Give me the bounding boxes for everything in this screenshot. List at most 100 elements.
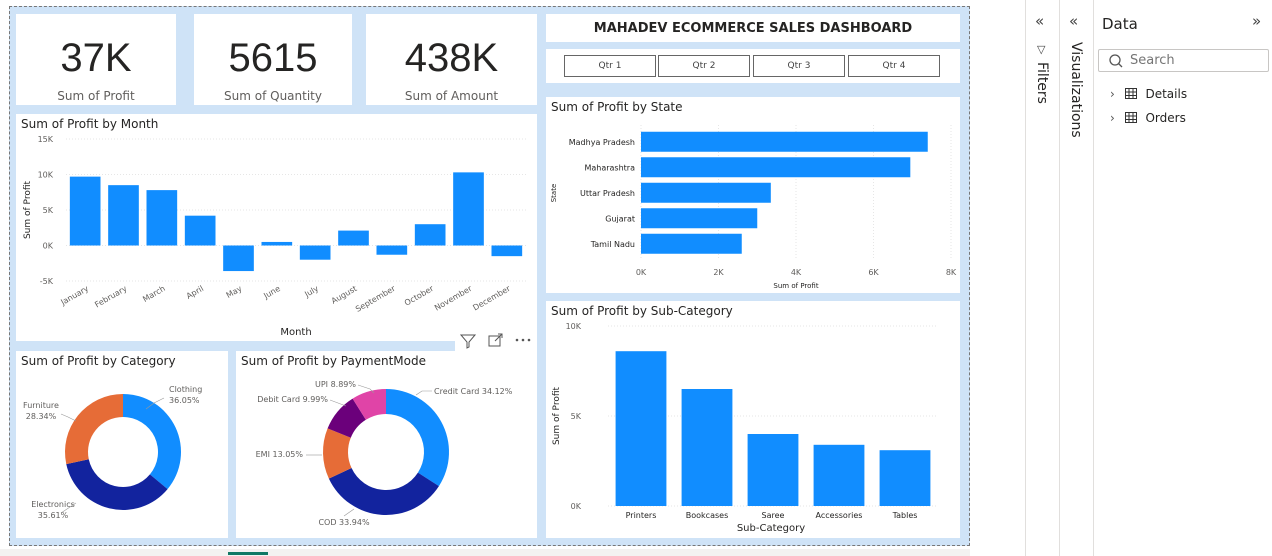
table-item-orders[interactable]: › Orders bbox=[1110, 111, 1186, 125]
x-tick-label: November bbox=[433, 284, 474, 313]
kpi-card-amount[interactable]: 438K Sum of Amount bbox=[366, 14, 537, 105]
x-tick-label: September bbox=[354, 284, 397, 314]
donut-slice bbox=[386, 389, 449, 487]
kpi-label: Sum of Amount bbox=[404, 89, 499, 103]
kpi-card-profit[interactable]: 37K Sum of Profit bbox=[16, 14, 176, 105]
x-tick-label: Bookcases bbox=[686, 511, 728, 520]
table-item-details[interactable]: › Details bbox=[1110, 87, 1187, 101]
y-axis-title: Sum of Profit bbox=[552, 387, 562, 446]
visualizations-label[interactable]: Visualizations bbox=[1068, 42, 1084, 138]
y-tick-label: 0K bbox=[571, 502, 582, 511]
x-tick-label: March bbox=[141, 284, 167, 304]
donut-slice bbox=[65, 394, 123, 465]
slicer-qtr-1[interactable]: Qtr 1 bbox=[564, 55, 656, 77]
donut-slice bbox=[123, 394, 181, 490]
data-pane-title: Data bbox=[1102, 15, 1138, 33]
profit-by-category-chart[interactable]: Sum of Profit by Category Clothing 36.05%… bbox=[16, 351, 228, 538]
kpi-value: 37K bbox=[60, 36, 132, 80]
bar bbox=[108, 185, 139, 246]
data-label: 36.05% bbox=[169, 396, 200, 405]
bar bbox=[813, 444, 865, 506]
collapse-filters-icon[interactable]: « bbox=[1035, 12, 1044, 30]
data-label: 35.61% bbox=[38, 511, 69, 520]
data-label: Clothing bbox=[169, 385, 202, 394]
search-input[interactable] bbox=[1130, 52, 1260, 69]
y-tick-label: -5K bbox=[40, 277, 54, 286]
bar bbox=[146, 190, 178, 246]
x-tick-label: August bbox=[330, 284, 359, 306]
y-tick-label: Tamil Nadu bbox=[590, 240, 635, 249]
y-tick-label: Uttar Pradesh bbox=[580, 189, 635, 198]
kpi-label: Sum of Quantity bbox=[224, 89, 322, 103]
data-pane: Data » bbox=[1093, 0, 1272, 556]
profit-by-state-chart[interactable]: Sum of Profit by State 0K 2K 4K 6K 8K Madhya … bbox=[546, 97, 960, 293]
y-tick-label: 10K bbox=[566, 322, 582, 331]
donut-slice bbox=[66, 459, 168, 510]
x-tick-label: 4K bbox=[791, 268, 802, 277]
x-tick-label: June bbox=[261, 284, 282, 301]
bar bbox=[641, 233, 742, 254]
profit-by-month-chart[interactable]: Sum of Profit by Month -5K 0K 5K 10K 15K Janu… bbox=[16, 114, 537, 341]
table-icon bbox=[1124, 112, 1137, 123]
bar bbox=[879, 450, 931, 506]
bar bbox=[641, 182, 771, 203]
table-icon bbox=[1124, 88, 1137, 99]
dashboard-title: MAHADEV ECOMMERCE SALES DASHBOARD bbox=[593, 21, 913, 36]
profit-by-subcategory-chart[interactable]: Sum of Profit by Sub-Category 0K 5K 10K Pri… bbox=[546, 301, 960, 538]
y-tick-label: Gujarat bbox=[605, 214, 635, 223]
bar bbox=[261, 241, 293, 246]
x-tick-label: 0K bbox=[636, 268, 647, 277]
y-tick-label: Madhya Pradesh bbox=[569, 138, 635, 147]
slicer-qtr-3[interactable]: Qtr 3 bbox=[753, 55, 845, 77]
x-tick-label: Tables bbox=[892, 511, 918, 520]
x-tick-label: 2K bbox=[713, 268, 724, 277]
bar bbox=[184, 215, 216, 246]
leader-line bbox=[415, 390, 432, 396]
filter-icon[interactable] bbox=[459, 334, 477, 349]
y-tick-label: 10K bbox=[38, 171, 54, 180]
bar bbox=[641, 208, 758, 229]
bar bbox=[414, 224, 446, 246]
expand-data-pane-icon[interactable]: » bbox=[1252, 12, 1261, 30]
chevron-right-icon: › bbox=[1110, 111, 1115, 125]
data-label: EMI 13.05% bbox=[256, 450, 304, 459]
x-tick-label: Saree bbox=[762, 511, 785, 520]
leader-line bbox=[343, 508, 355, 517]
y-axis-title: Sum of Profit bbox=[23, 181, 33, 240]
bar bbox=[299, 245, 331, 260]
bar bbox=[491, 245, 523, 257]
filters-pane: « ▽ Filters bbox=[1025, 0, 1059, 556]
page-tabs-bar bbox=[0, 549, 970, 556]
y-tick-label: 15K bbox=[38, 135, 54, 144]
y-tick-label: Maharashtra bbox=[584, 163, 635, 172]
profit-by-category-plot: Clothing 36.05% Electronics 35.61% Furniture… bbox=[23, 385, 202, 520]
filters-label[interactable]: Filters bbox=[1034, 62, 1050, 104]
data-label: Electronics bbox=[31, 500, 75, 509]
more-options-icon[interactable] bbox=[515, 338, 531, 342]
x-tick-label: April bbox=[185, 284, 205, 301]
search-box[interactable] bbox=[1098, 49, 1269, 72]
bar bbox=[223, 245, 254, 272]
x-axis-title: Sub-Category bbox=[737, 523, 805, 534]
active-page-tab-indicator[interactable] bbox=[228, 552, 268, 555]
bar bbox=[747, 434, 799, 506]
collapse-visualizations-icon[interactable]: « bbox=[1069, 12, 1078, 30]
leader-line bbox=[329, 399, 347, 407]
x-tick-label: February bbox=[93, 284, 128, 310]
profit-by-paymentmode-chart[interactable]: Sum of Profit by PaymentMode Credit Card… bbox=[236, 351, 537, 538]
bar bbox=[641, 131, 928, 152]
x-tick-label: Printers bbox=[626, 511, 657, 520]
dashboard-title-card: MAHADEV ECOMMERCE SALES DASHBOARD bbox=[546, 14, 960, 42]
x-tick-label: October bbox=[403, 284, 436, 308]
kpi-card-quantity[interactable]: 5615 Sum of Quantity bbox=[194, 14, 352, 105]
data-label: 28.34% bbox=[26, 412, 57, 421]
data-label: UPI 8.89% bbox=[315, 380, 356, 389]
x-axis-title: Month bbox=[280, 327, 311, 338]
quarter-slicer: Qtr 1 Qtr 2 Qtr 3 Qtr 4 bbox=[546, 49, 960, 83]
filter-funnel-icon: ▽ bbox=[1037, 43, 1046, 56]
focus-mode-icon[interactable] bbox=[488, 333, 503, 347]
x-axis-title: Sum of Profit bbox=[773, 282, 818, 290]
slicer-qtr-4[interactable]: Qtr 4 bbox=[848, 55, 940, 77]
slicer-qtr-2[interactable]: Qtr 2 bbox=[658, 55, 750, 77]
table-label: Orders bbox=[1145, 111, 1186, 125]
